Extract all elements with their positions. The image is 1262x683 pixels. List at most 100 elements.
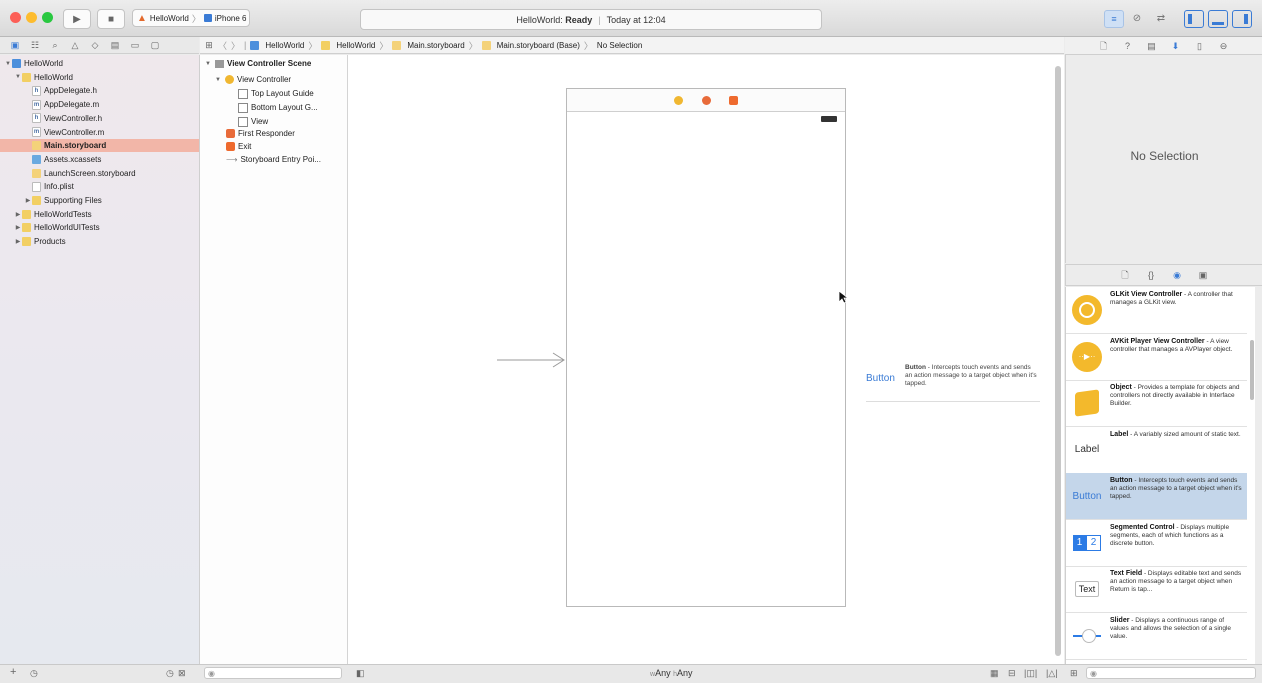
disclosure-triangle-icon[interactable]: ▶ — [14, 238, 22, 245]
project-navigator-icon[interactable]: ▣ — [10, 40, 20, 50]
outline-first-responder[interactable]: First Responder — [226, 127, 295, 140]
scheme-selector[interactable]: ▲ HelloWorld 〉 iPhone 6 — [132, 9, 250, 27]
forward-arrow-icon[interactable]: 〉 — [231, 39, 240, 52]
filter-clock-icon[interactable]: ◷ — [30, 668, 38, 679]
navigator-item[interactable]: ▶ Products — [0, 235, 199, 248]
symbol-navigator-icon[interactable]: ☷ — [30, 40, 40, 50]
chevron-right-icon: 〉 — [191, 13, 201, 24]
disclosure-triangle-icon[interactable]: ▶ — [24, 197, 32, 204]
toggle-debug-area-button[interactable] — [1208, 10, 1228, 28]
test-navigator-icon[interactable]: ◇ — [90, 40, 100, 50]
breakpoint-navigator-icon[interactable]: ▭ — [130, 40, 140, 50]
disclosure-triangle-icon[interactable]: ▼ — [204, 61, 212, 67]
standard-editor-button[interactable]: ≡ — [1104, 10, 1124, 28]
library-item[interactable]: Text Text Field - Displays editable text … — [1066, 566, 1247, 613]
canvas-scrollbar[interactable] — [1055, 66, 1061, 656]
connections-inspector-icon[interactable]: ⊖ — [1219, 41, 1229, 51]
library-item-text: AVKit Player View Controller - A view co… — [1110, 338, 1244, 354]
find-navigator-icon[interactable]: ⌕ — [50, 40, 60, 50]
disclosure-triangle-icon[interactable]: ▶ — [14, 224, 22, 231]
breadcrumb-storyboard-base[interactable]: Main.storyboard (Base) — [481, 40, 580, 50]
file-template-library-icon[interactable]: 🗋 — [1120, 270, 1130, 280]
navigator-item[interactable]: ▶ HelloWorldUITests — [0, 221, 199, 234]
grid-view-icon[interactable]: ⊞ — [1070, 668, 1078, 679]
run-button[interactable]: ▶ — [63, 9, 91, 29]
debug-navigator-icon[interactable]: ▤ — [110, 40, 120, 50]
breadcrumb-storyboard[interactable]: Main.storyboard — [392, 40, 465, 50]
library-item-title: Text Field — [1110, 570, 1143, 577]
related-items-icon[interactable]: ⊞ — [204, 40, 214, 50]
navigator-item[interactable]: Info.plist — [0, 180, 199, 193]
view-controller-scene[interactable] — [566, 88, 846, 607]
navigator-item[interactable]: LaunchScreen.storyboard — [0, 167, 199, 180]
assistant-editor-button[interactable]: ⊘ — [1128, 10, 1146, 26]
attributes-inspector-icon[interactable]: ⬇ — [1171, 41, 1181, 51]
object-library-icon[interactable]: ◉ — [1172, 270, 1182, 280]
outline-bottom-layout-guide[interactable]: Bottom Layout G... — [238, 101, 318, 114]
library-item[interactable]: 1 2 Segmented Control - Displays multiple … — [1066, 520, 1247, 567]
pin-icon[interactable]: |◫| — [1024, 668, 1037, 679]
align-icon[interactable]: ⊟ — [1008, 668, 1016, 679]
navigator-item[interactable]: ▼ HelloWorld — [0, 57, 199, 70]
library-scrollbar[interactable] — [1250, 340, 1254, 400]
library-filter-field[interactable]: ◉ — [1086, 667, 1256, 679]
outline-top-layout-guide[interactable]: Top Layout Guide — [238, 87, 314, 100]
stack-icon[interactable]: ▦ — [990, 668, 999, 679]
navigator-item[interactable]: m AppDelegate.m — [0, 98, 199, 111]
breadcrumb-folder[interactable]: HelloWorld — [321, 40, 375, 50]
navigator-item[interactable]: h ViewController.h — [0, 112, 199, 125]
view-controller-dock-icon[interactable] — [674, 96, 683, 105]
first-responder-dock-icon[interactable] — [702, 96, 711, 105]
entry-point-arrow-icon[interactable] — [497, 352, 567, 368]
version-editor-button[interactable]: ⇄ — [1152, 10, 1170, 26]
navigator-item[interactable]: h AppDelegate.h — [0, 84, 199, 97]
outline-exit[interactable]: Exit — [226, 140, 251, 153]
library-item[interactable]: GLKit View Controller - A controller tha… — [1066, 287, 1247, 334]
button-icon: Button — [1072, 490, 1102, 502]
stop-button[interactable]: ■ — [97, 9, 125, 29]
disclosure-triangle-icon[interactable]: ▶ — [14, 211, 22, 218]
issue-navigator-icon[interactable]: △ — [70, 40, 80, 50]
disclosure-triangle-icon[interactable]: ▼ — [214, 77, 222, 83]
file-inspector-icon[interactable]: 🗋 — [1099, 41, 1109, 51]
library-item[interactable]: Button Button - Intercepts touch events a… — [1066, 473, 1247, 520]
library-item[interactable]: Label Label - A variably sized amount of … — [1066, 427, 1247, 474]
outline-entry-point[interactable]: ⟶ Storyboard Entry Poi... — [226, 153, 321, 166]
resolve-issues-icon[interactable]: |△| — [1046, 668, 1058, 679]
navigator-item[interactable]: Assets.xcassets — [0, 153, 199, 166]
navigator-item[interactable]: ▼ HelloWorld — [0, 71, 199, 84]
back-arrow-icon[interactable]: 〈 — [218, 39, 227, 52]
disclosure-triangle-icon[interactable]: ▼ — [14, 74, 22, 80]
size-inspector-icon[interactable]: ▯ — [1195, 41, 1205, 51]
source-control-icon[interactable]: ⊠ — [178, 668, 186, 679]
media-library-icon[interactable]: ▣ — [1198, 270, 1208, 280]
toggle-utilities-button[interactable] — [1232, 10, 1252, 28]
library-item[interactable]: Slider - Displays a continuous range of … — [1066, 613, 1247, 660]
outline-filter-field[interactable]: ◉ — [204, 667, 342, 679]
disclosure-triangle-icon[interactable]: ▼ — [4, 61, 12, 67]
navigator-item[interactable]: ▶ Supporting Files — [0, 194, 199, 207]
add-icon[interactable]: + — [10, 666, 16, 678]
navigator-item[interactable]: ▶ HelloWorldTests — [0, 208, 199, 221]
library-item[interactable]: ··▶·· AVKit Player View Controller - A vi… — [1066, 334, 1247, 381]
quick-help-icon[interactable]: ? — [1123, 41, 1133, 51]
breadcrumb-selection[interactable]: No Selection — [597, 41, 642, 50]
close-window-button[interactable] — [10, 12, 21, 23]
recent-files-icon[interactable]: ◷ — [166, 668, 174, 679]
exit-dock-icon[interactable] — [729, 96, 738, 105]
navigator-item[interactable]: m ViewController.m — [0, 126, 199, 139]
outline-scene[interactable]: ▼ View Controller Scene — [204, 57, 311, 70]
library-item[interactable]: Object - Provides a template for objects… — [1066, 380, 1247, 427]
report-navigator-icon[interactable]: ▢ — [150, 40, 160, 50]
minimize-window-button[interactable] — [26, 12, 37, 23]
code-snippet-library-icon[interactable]: {} — [1146, 270, 1156, 280]
toggle-navigator-button[interactable] — [1184, 10, 1204, 28]
navigator-item[interactable]: Main.storyboard — [0, 139, 199, 153]
identity-inspector-icon[interactable]: ▤ — [1147, 41, 1157, 51]
size-class-control[interactable]: wAny hAny — [650, 668, 693, 678]
outline-view-controller[interactable]: ▼ View Controller — [214, 73, 291, 86]
zoom-window-button[interactable] — [42, 12, 53, 23]
breadcrumb-project[interactable]: HelloWorld — [250, 40, 304, 50]
toggle-outline-icon[interactable]: ◧ — [356, 668, 365, 679]
stop-icon: ■ — [107, 13, 115, 25]
